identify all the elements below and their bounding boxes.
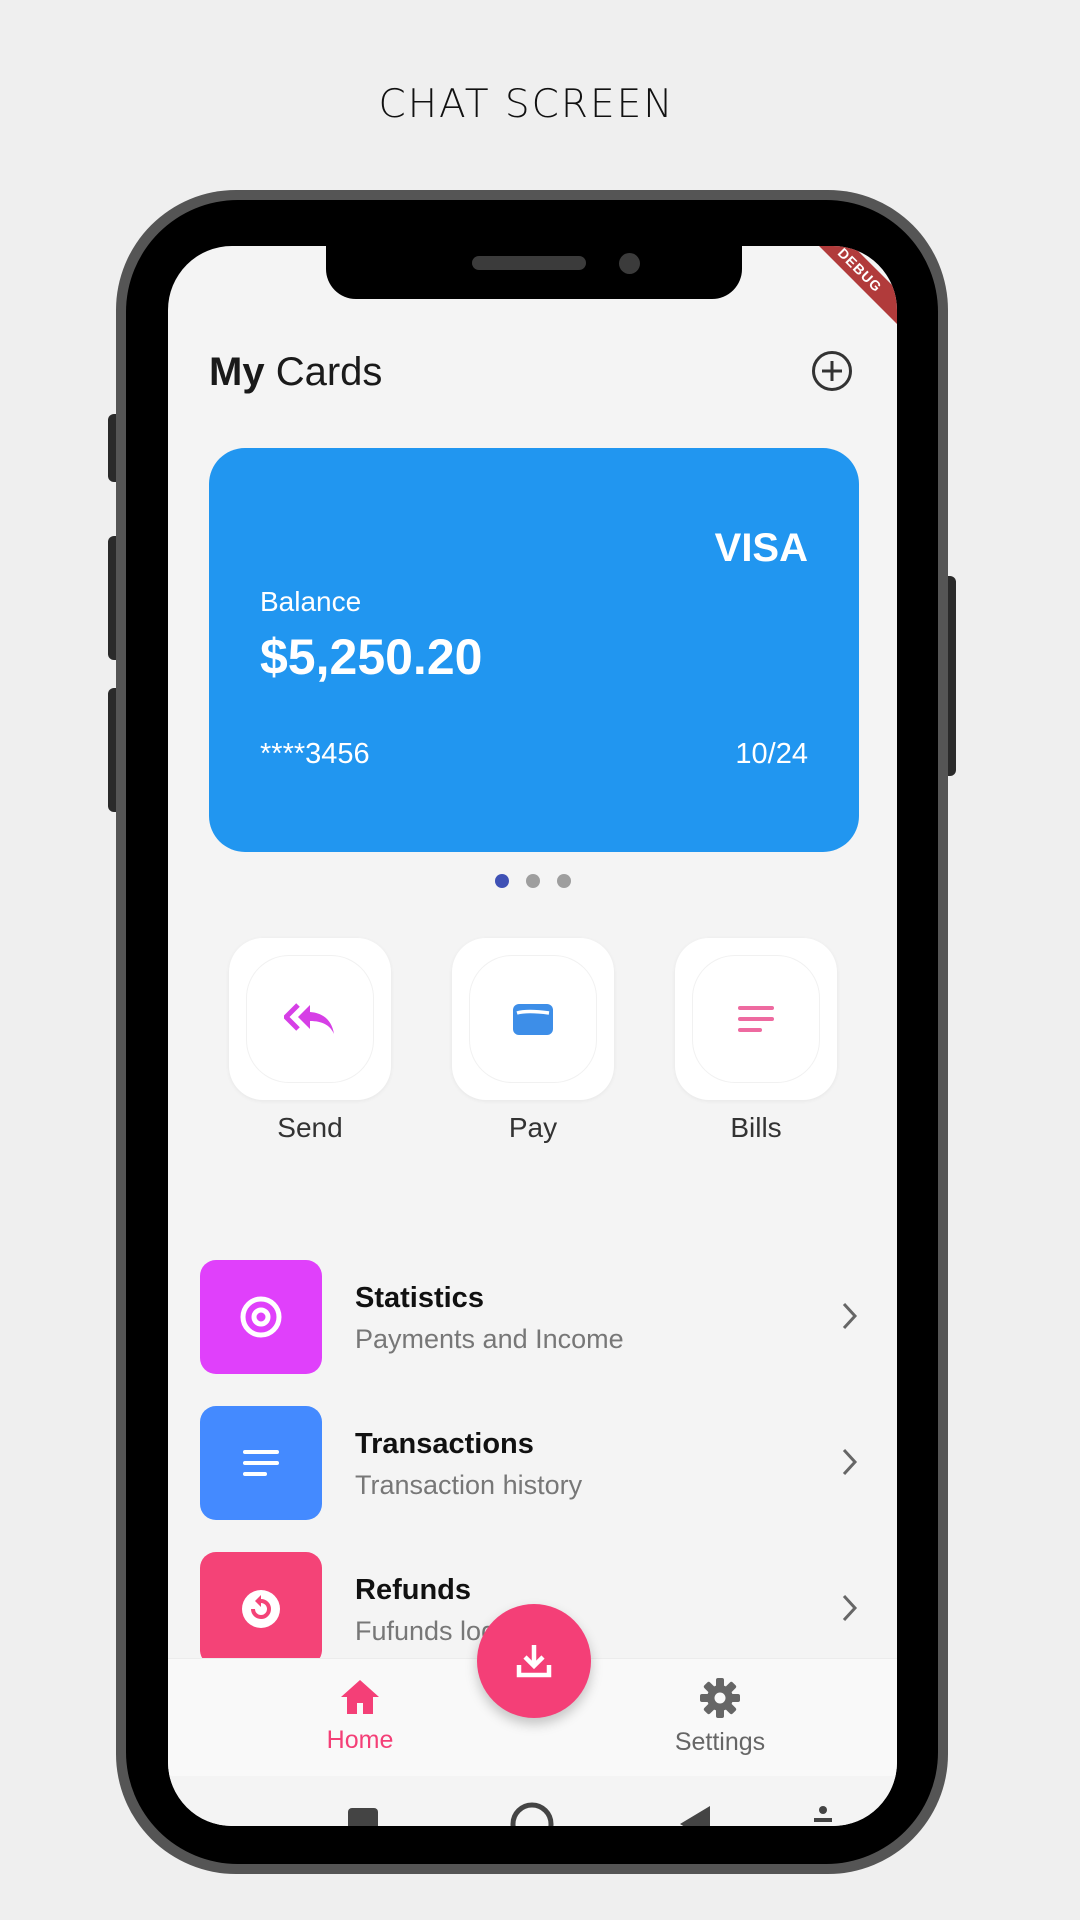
bills-label: Bills — [730, 1112, 782, 1143]
list-item-title: Statistics — [355, 1282, 484, 1314]
page-title-bold: My — [209, 350, 265, 394]
transactions-icon-tile — [200, 1406, 322, 1520]
recents-button-icon — [348, 1808, 378, 1826]
list-item-title: Refunds — [355, 1574, 471, 1606]
nav-settings[interactable]: Settings — [668, 1677, 772, 1757]
android-nav-icons — [348, 1802, 832, 1826]
back-button-icon — [680, 1806, 710, 1826]
android-navigation-bar — [168, 1776, 897, 1826]
refund-icon — [242, 1590, 280, 1628]
bills-button[interactable] — [675, 938, 837, 1100]
at-sign-icon — [240, 1296, 282, 1338]
nav-home-label: Home — [326, 1726, 394, 1754]
list-item-subtitle: Payments and Income — [355, 1324, 624, 1354]
card-number: ****3456 — [260, 738, 370, 770]
balance-amount: $5,250.20 — [260, 629, 483, 685]
list-item-transactions[interactable]: Transactions Transaction history — [200, 1406, 890, 1520]
statistics-icon-tile — [200, 1260, 322, 1374]
gear-icon — [700, 1678, 740, 1718]
list-item-title: Transactions — [355, 1428, 534, 1460]
chevron-right-icon — [842, 1302, 858, 1330]
carousel-indicator — [495, 874, 571, 888]
phone-speaker — [472, 256, 586, 270]
list-item-subtitle: Fufunds log — [355, 1616, 497, 1646]
reply-all-icon — [284, 1003, 334, 1034]
chevron-right-icon — [842, 1448, 858, 1476]
page-title-rest: Cards — [264, 350, 383, 394]
page-caption: CHAT SCREEN — [378, 82, 675, 127]
chevron-right-icon — [842, 1594, 858, 1622]
list-item-statistics[interactable]: Statistics Payments and Income — [200, 1260, 890, 1374]
add-card-button[interactable] — [811, 350, 853, 392]
card-expiry: 10/24 — [735, 738, 808, 770]
pay-label: Pay — [508, 1112, 558, 1143]
credit-card[interactable]: VISA Balance $5,250.20 ****3456 10/24 — [209, 448, 859, 852]
download-icon — [516, 1645, 552, 1678]
download-fab[interactable] — [477, 1604, 591, 1718]
bills-action[interactable]: Bills — [675, 938, 837, 1144]
refunds-icon-tile — [200, 1552, 322, 1666]
pay-button[interactable] — [452, 938, 614, 1100]
page-title: My Cards — [209, 350, 382, 395]
send-button[interactable] — [229, 938, 391, 1100]
phone-camera — [619, 253, 640, 274]
send-action[interactable]: Send — [229, 938, 391, 1144]
home-icon — [341, 1680, 379, 1714]
carousel-dot[interactable] — [557, 874, 571, 888]
list-icon — [243, 1450, 279, 1476]
list-item-subtitle: Transaction history — [355, 1470, 583, 1500]
balance-label: Balance — [260, 586, 362, 617]
wallet-icon — [513, 1004, 553, 1035]
send-label: Send — [277, 1112, 343, 1143]
add-circle-icon — [812, 351, 852, 391]
nav-settings-label: Settings — [674, 1728, 766, 1756]
pay-action[interactable]: Pay — [452, 938, 614, 1144]
app-screen: DEBUG My Cards VISA Balance $5,250.20 **… — [168, 246, 897, 1826]
home-button-icon — [510, 1802, 554, 1826]
card-brand: VISA — [714, 526, 808, 570]
carousel-dot[interactable] — [526, 874, 540, 888]
accessibility-button-icon — [819, 1806, 827, 1814]
nav-home[interactable]: Home — [308, 1677, 412, 1755]
carousel-dot[interactable] — [495, 874, 509, 888]
notes-icon — [738, 1006, 774, 1032]
